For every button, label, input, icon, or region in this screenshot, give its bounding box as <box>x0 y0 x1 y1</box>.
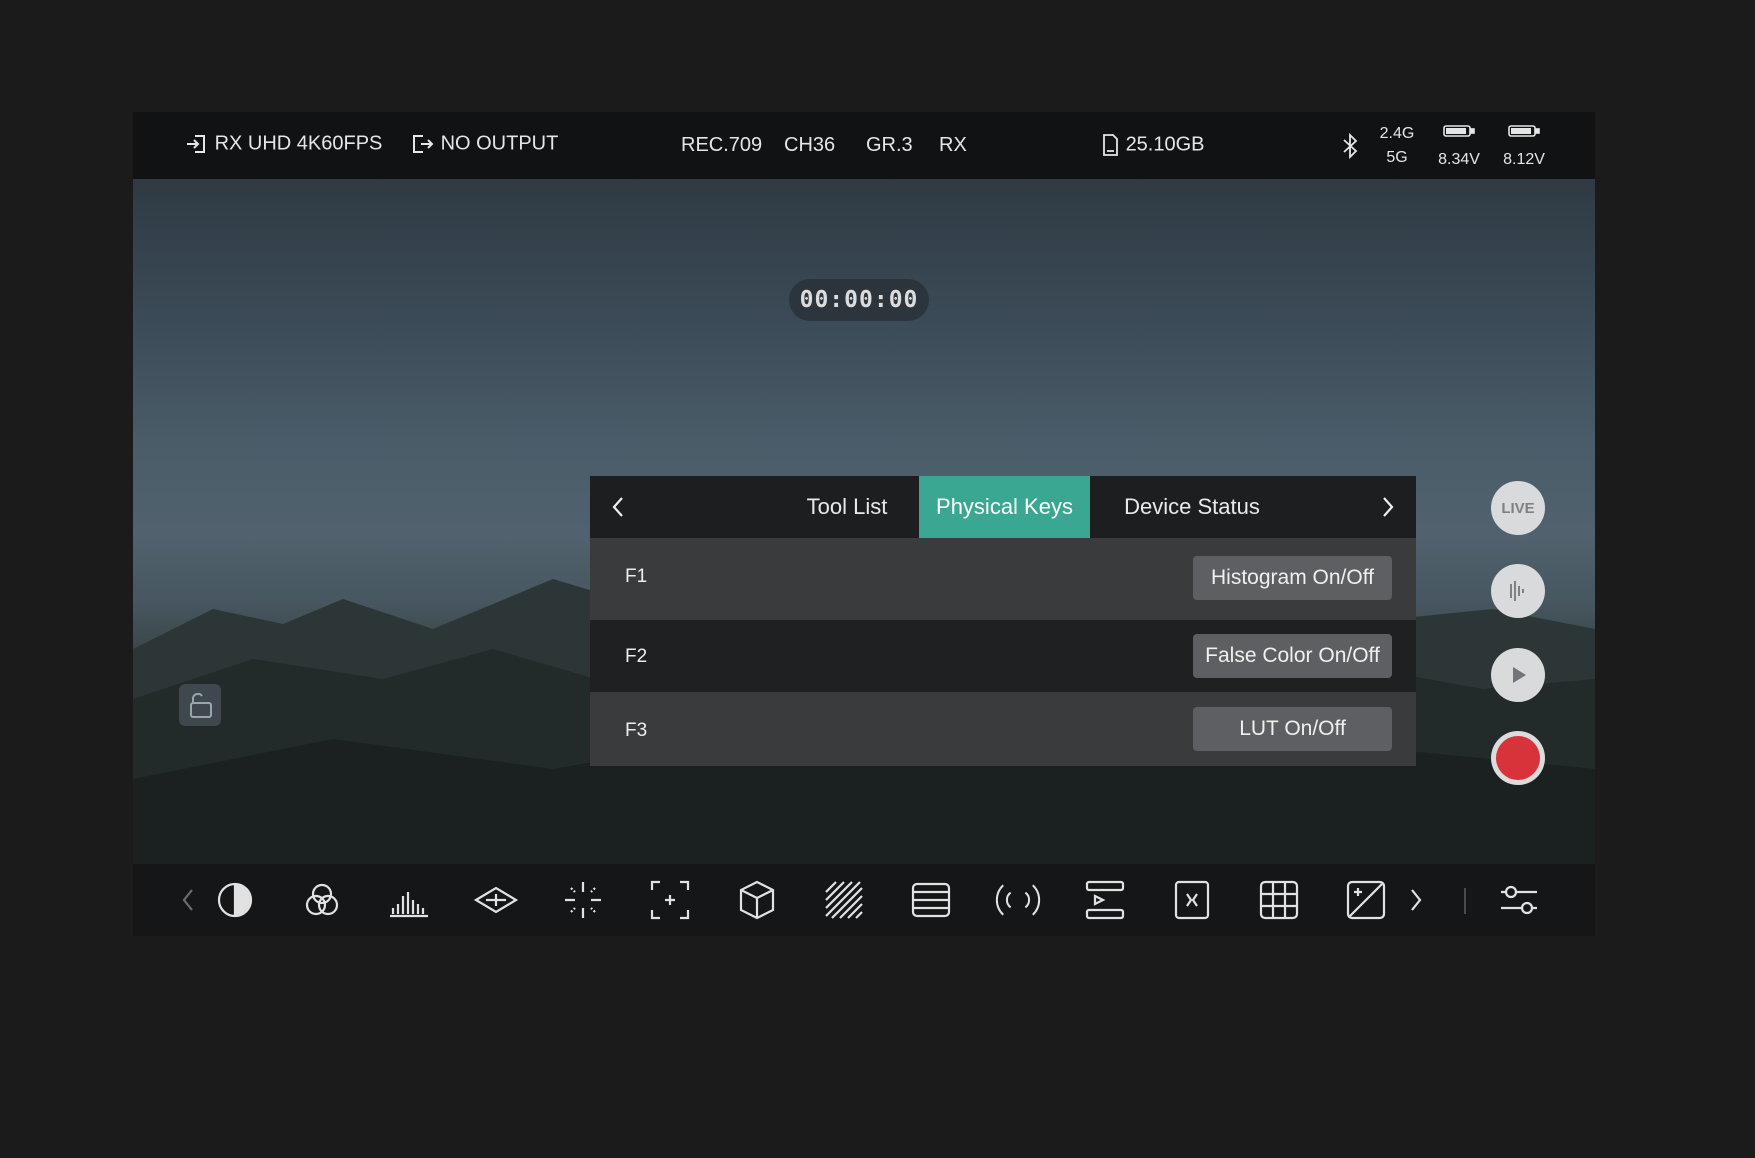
record-icon <box>1496 736 1540 780</box>
lock-button[interactable] <box>179 684 221 726</box>
key-row-f2: F2 False Color On/Off <box>590 620 1416 692</box>
input-status[interactable]: RX UHD 4K60FPS <box>185 132 382 156</box>
key-label: F1 <box>625 566 648 587</box>
settings-sliders-icon[interactable] <box>1495 876 1543 924</box>
audio-signal-icon[interactable] <box>994 876 1042 924</box>
audio-waveform-icon <box>1510 581 1524 601</box>
key-label: F2 <box>625 646 648 667</box>
vectorscope-icon[interactable] <box>472 876 520 924</box>
dialog-tab-bar: Tool List Physical Keys Device Status <box>590 476 1416 538</box>
zebra-icon[interactable] <box>820 876 868 924</box>
band-bottom: 5G <box>1386 149 1408 166</box>
storage-status[interactable]: 25.10GB <box>1100 133 1205 157</box>
key-function-button[interactable]: LUT On/Off <box>1193 707 1392 751</box>
color-space[interactable]: REC.709 <box>681 134 762 157</box>
key-label: F3 <box>625 720 648 741</box>
toolbar-divider <box>1464 888 1466 914</box>
physical-keys-dialog: Tool List Physical Keys Device Status F1… <box>590 476 1416 766</box>
battery-icon <box>1443 125 1475 137</box>
tab-next-button[interactable] <box>1362 476 1412 538</box>
key-row-f1: F1 Histogram On/Off <box>590 538 1416 620</box>
live-button[interactable]: LIVE <box>1491 481 1545 535</box>
key-function-button[interactable]: False Color On/Off <box>1193 634 1392 678</box>
play-icon <box>1513 667 1526 683</box>
tab-prev-button[interactable] <box>594 476 644 538</box>
monitor-screen: RX UHD 4K60FPS NO OUTPUT REC.709 CH36 GR… <box>133 112 1595 936</box>
chevron-right-icon[interactable] <box>1401 876 1431 924</box>
histogram-icon[interactable] <box>385 876 433 924</box>
group[interactable]: GR.3 <box>866 134 913 157</box>
record-button[interactable] <box>1491 731 1545 785</box>
output-status[interactable]: NO OUTPUT <box>411 132 558 156</box>
battery-icon <box>1508 125 1540 137</box>
timecode: 00:00:00 <box>789 279 929 321</box>
sd-card-icon <box>1103 134 1118 156</box>
focus-frame-icon[interactable] <box>646 876 694 924</box>
channel[interactable]: CH36 <box>784 134 835 157</box>
exposure-icon[interactable] <box>1342 876 1390 924</box>
key-row-f3: F3 LUT On/Off <box>590 692 1416 766</box>
unlock-icon <box>190 692 212 718</box>
tab-tool-list[interactable]: Tool List <box>762 476 932 538</box>
bluetooth-icon[interactable] <box>1340 132 1360 160</box>
input-icon <box>187 135 205 153</box>
battery-1: 8.34V <box>1434 122 1484 172</box>
band-top: 2.4G <box>1379 125 1415 142</box>
cube-lut-icon[interactable] <box>733 876 781 924</box>
play-button[interactable] <box>1491 648 1545 702</box>
chevron-right-icon <box>1383 497 1394 517</box>
chevron-left-icon[interactable] <box>173 876 203 924</box>
key-function-button[interactable]: Histogram On/Off <box>1193 556 1392 600</box>
contrast-icon[interactable] <box>211 876 259 924</box>
storage-label: 25.10GB <box>1125 133 1205 156</box>
battery-1-voltage: 8.34V <box>1438 151 1480 168</box>
tab-physical-keys[interactable]: Physical Keys <box>919 476 1090 538</box>
battery-2-voltage: 8.12V <box>1503 151 1545 168</box>
battery-2: 8.12V <box>1499 122 1549 172</box>
tab-device-status[interactable]: Device Status <box>1090 476 1294 538</box>
mode[interactable]: RX <box>939 134 967 157</box>
rgb-circles-icon[interactable] <box>298 876 346 924</box>
live-label: LIVE <box>1501 499 1535 517</box>
grid-icon[interactable] <box>1255 876 1303 924</box>
waveform-icon[interactable] <box>907 876 955 924</box>
audio-button[interactable] <box>1491 564 1545 618</box>
chevron-left-icon <box>612 497 623 517</box>
timeline-icon[interactable] <box>1081 876 1129 924</box>
input-label: RX UHD 4K60FPS <box>214 132 383 155</box>
wireless-band[interactable]: 2.4G 5G <box>1377 122 1417 170</box>
status-bar: RX UHD 4K60FPS NO OUTPUT REC.709 CH36 GR… <box>133 112 1595 179</box>
crosshair-icon[interactable] <box>559 876 607 924</box>
output-icon <box>413 135 434 153</box>
anamorphic-icon[interactable] <box>1168 876 1216 924</box>
tool-bar <box>133 864 1595 936</box>
output-label: NO OUTPUT <box>440 132 559 155</box>
